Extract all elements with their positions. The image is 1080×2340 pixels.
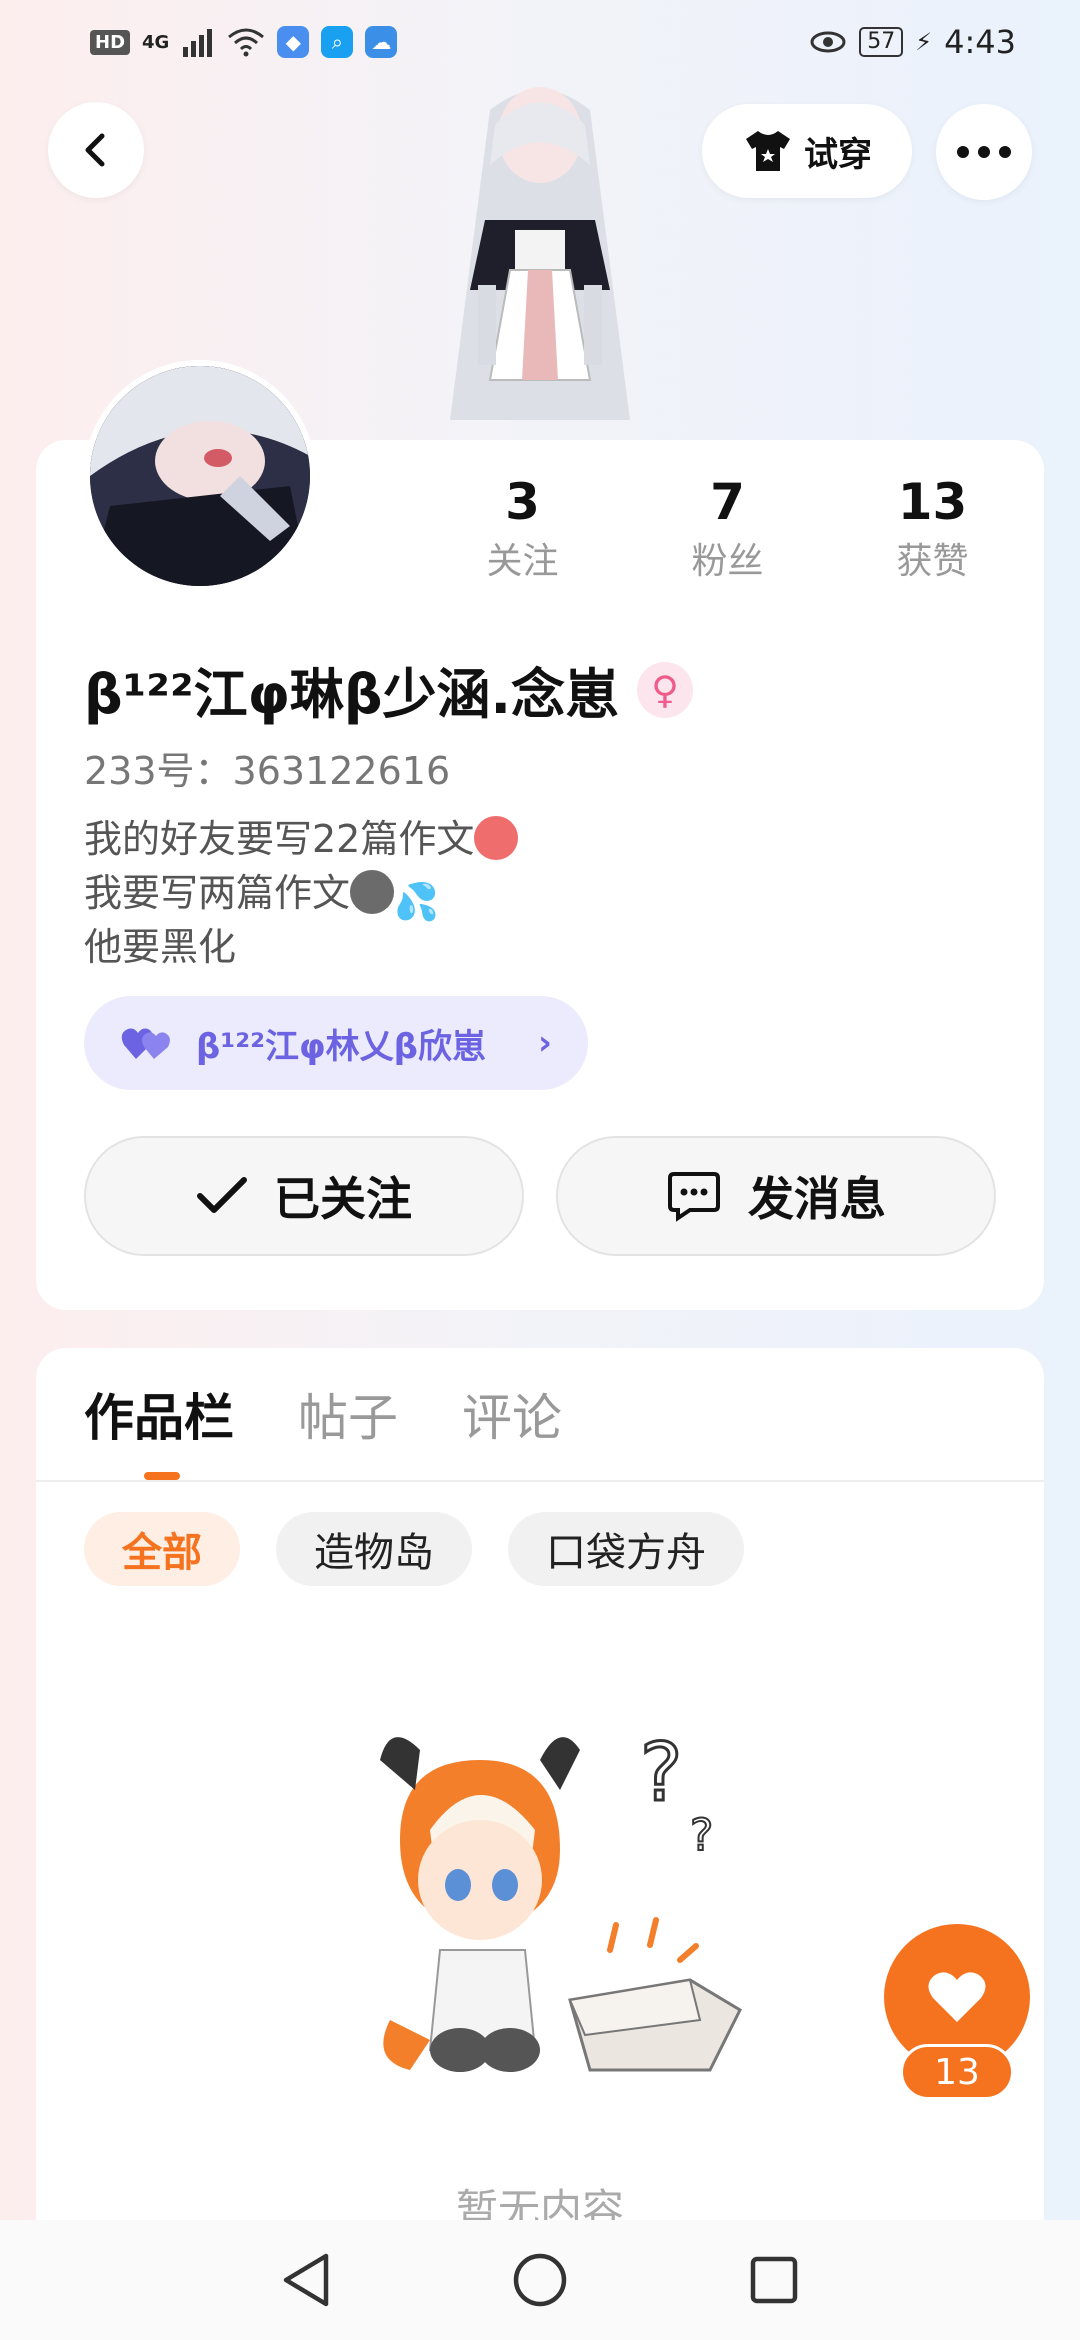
app-notification-icon: ◆	[277, 26, 310, 58]
likes-stat[interactable]: 13 获赞	[830, 470, 1035, 590]
network-label: 4G	[142, 31, 170, 53]
svg-text:?: ?	[690, 1810, 713, 1861]
search-app-icon: ⌕	[321, 26, 354, 58]
message-label: 发消息	[748, 1172, 886, 1226]
hd-indicator: HD	[90, 29, 131, 55]
back-button[interactable]	[48, 102, 144, 198]
signal-icon	[183, 29, 213, 57]
likes-count: 13	[897, 473, 968, 531]
try-on-button[interactable]: 试穿	[702, 104, 912, 198]
navigation-bar	[0, 2220, 1080, 2340]
tab-divider	[36, 1480, 1044, 1482]
tab-posts[interactable]: 帖子	[298, 1378, 398, 1458]
filter-creation-island[interactable]: 造物岛	[276, 1512, 472, 1586]
avatar-image	[90, 366, 310, 586]
chat-bubble-icon	[668, 1172, 720, 1222]
battery-indicator: 57	[859, 27, 904, 57]
check-icon	[197, 1177, 247, 1213]
content-tabs: 作品栏 帖子 评论	[84, 1378, 562, 1458]
try-on-label: 试穿	[804, 134, 872, 175]
followers-label: 粉丝	[691, 541, 764, 582]
followers-count: 7	[710, 473, 745, 531]
more-icon	[957, 146, 1011, 158]
nav-home-button[interactable]	[500, 2240, 580, 2320]
status-bar: HD 4G ◆ ⌕ ☁ 57 ⚡ 4:43	[0, 0, 1080, 84]
female-icon: ♀	[637, 661, 694, 718]
tab-works[interactable]: 作品栏	[84, 1378, 234, 1458]
follow-label: 已关注	[274, 1172, 412, 1226]
friend-pill[interactable]: β¹²²江φ林乂β欣崽 ›	[84, 996, 588, 1090]
filter-chips: 全部 造物岛 口袋方舟	[84, 1512, 744, 1586]
tab-comments[interactable]: 评论	[462, 1378, 562, 1458]
empty-state-illustration: ? ?	[380, 1725, 742, 2072]
status-right: 57 ⚡ 4:43	[809, 23, 1016, 61]
nav-back-button[interactable]	[266, 2240, 346, 2320]
message-button[interactable]: 发消息	[556, 1136, 996, 1256]
likes-label: 获赞	[896, 541, 969, 582]
clock: 4:43	[944, 23, 1016, 61]
bio: 我的好友要写22篇作文 我要写两篇作文 💦 他要黑化	[84, 812, 519, 974]
more-button[interactable]	[936, 104, 1032, 200]
nickname-row: β¹²²江φ琳β少涵.念崽 ♀	[84, 650, 694, 729]
nickname: β¹²²江φ琳β少涵.念崽	[84, 663, 620, 726]
bio-line: 我的好友要写22篇作文	[84, 812, 519, 866]
avatar[interactable]	[84, 360, 316, 592]
following-stat[interactable]: 3 关注	[420, 470, 625, 590]
svg-text:?: ?	[640, 1726, 682, 1819]
like-count: 13	[900, 2044, 1014, 2100]
bio-line: 他要黑化	[84, 925, 237, 969]
friend-name: β¹²²江φ林乂β欣崽	[196, 1026, 486, 1067]
sweat-drops-icon: 💦	[394, 882, 439, 923]
following-label: 关注	[486, 541, 559, 582]
stats-row: 3 关注 7 粉丝 13 获赞	[420, 470, 1040, 590]
filter-pocket-ark[interactable]: 口袋方舟	[508, 1512, 744, 1586]
followers-stat[interactable]: 7 粉丝	[625, 470, 830, 590]
chevron-left-icon	[85, 133, 105, 167]
filter-all[interactable]: 全部	[84, 1512, 240, 1586]
chevron-right-icon: ›	[537, 1023, 552, 1063]
tshirt-icon	[746, 131, 790, 171]
square-recents-icon	[750, 2256, 798, 2304]
angry-emoji-icon	[474, 816, 519, 860]
nav-recents-button[interactable]	[734, 2240, 814, 2320]
active-tab-indicator	[144, 1472, 180, 1480]
charging-icon: ⚡	[915, 28, 933, 56]
heart-icon	[928, 1972, 986, 2022]
double-heart-icon	[121, 1028, 170, 1059]
status-left: HD 4G ◆ ⌕ ☁	[90, 26, 398, 58]
bio-line: 我要写两篇作文 💦	[84, 870, 439, 923]
eye-comfort-icon	[810, 31, 846, 53]
follow-button[interactable]: 已关注	[84, 1136, 524, 1256]
user-id: 233号：363122616	[84, 749, 451, 793]
triangle-back-icon	[283, 2253, 329, 2307]
weather-app-icon: ☁	[365, 26, 398, 58]
smirk-emoji-icon	[350, 870, 395, 914]
character-illustration	[450, 87, 630, 420]
wifi-icon	[228, 28, 265, 57]
circle-home-icon	[513, 2253, 567, 2307]
following-count: 3	[505, 473, 540, 531]
